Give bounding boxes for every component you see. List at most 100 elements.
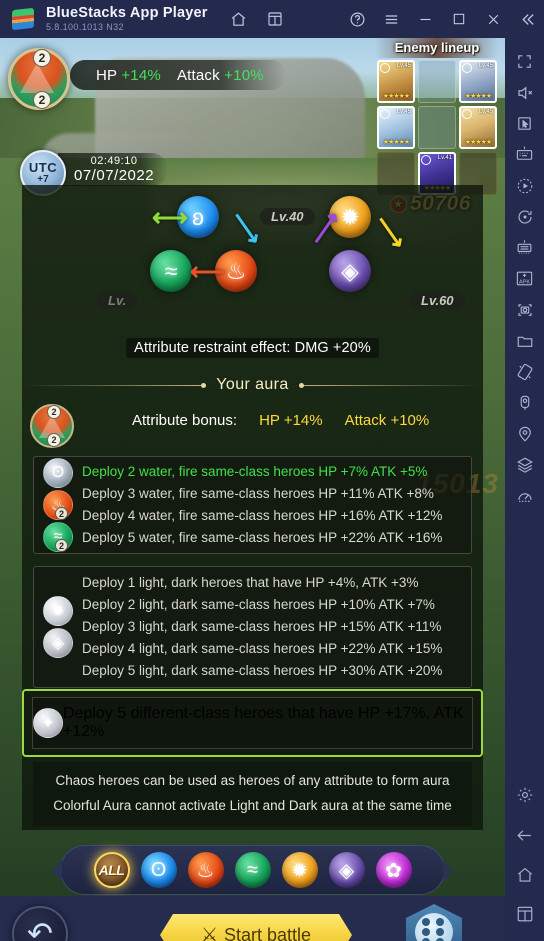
lineup-dots-icon	[415, 913, 453, 941]
aura-small-badge: 2 2	[30, 404, 74, 448]
help-icon[interactable]	[348, 10, 366, 28]
collapse-icon[interactable]	[518, 10, 536, 28]
menu-icon[interactable]	[382, 10, 400, 28]
enemy-card-level: Lv.45	[478, 63, 493, 69]
back-button[interactable]: ↶	[12, 906, 68, 941]
enemy-card[interactable]	[418, 106, 456, 149]
layers-icon[interactable]	[505, 449, 544, 480]
filter-light[interactable]: ✹	[281, 852, 318, 888]
enemy-card-level: Lv.45	[396, 109, 411, 115]
cursor-icon[interactable]	[505, 108, 544, 139]
aura-line: Deploy 2 water, fire same-class heroes H…	[82, 464, 428, 479]
screenshot-icon[interactable]	[505, 294, 544, 325]
arrow-fire-to-wood-icon: ⟵	[190, 258, 226, 286]
aura-bonus-values: Attribute bonus: HP +14% Attack +10%	[132, 412, 462, 429]
back-arrow-icon: ↶	[27, 916, 53, 941]
wheel-orb-wood[interactable]: ≈	[150, 250, 192, 292]
minimize-icon[interactable]	[416, 10, 434, 28]
aura-small-top-count: 2	[47, 405, 61, 419]
filter-dark[interactable]: ◈	[328, 852, 365, 888]
recents-icon[interactable]	[505, 898, 544, 929]
mute-icon[interactable]	[505, 77, 544, 108]
app-version: 5.8.100.1013 N32	[46, 21, 124, 32]
aura-box-1-lines: Deploy 2 water, fire same-class heroes H…	[82, 453, 471, 557]
multi-instance-icon[interactable]	[266, 10, 284, 28]
folder-icon[interactable]	[505, 325, 544, 356]
aura-note-1: Chaos heroes can be used as heroes of an…	[55, 773, 450, 788]
back-icon[interactable]	[505, 820, 544, 851]
macro-record-icon[interactable]	[505, 170, 544, 201]
clock-date: 07/07/2022	[74, 167, 155, 184]
home-icon[interactable]	[230, 10, 248, 28]
home-icon[interactable]	[505, 859, 544, 890]
aura-line: Deploy 3 water, fire same-class heroes H…	[82, 486, 434, 501]
enemy-card[interactable]: ★★★★★ Lv.45	[459, 106, 497, 149]
arrow-wood-to-water-icon: ⟷	[152, 204, 188, 232]
aura-box-2-lines: Deploy 1 light, dark heroes that have HP…	[82, 564, 471, 690]
aura-box-3-lines: Deploy 5 different-class heroes that hav…	[63, 705, 472, 741]
title-bar: BlueStacks App Player 5.8.100.1013 N32	[0, 0, 544, 38]
lineup-hex-icon	[406, 904, 462, 941]
enemy-card[interactable]	[418, 60, 456, 103]
aura-notes: Chaos heroes can be used as heroes of an…	[33, 762, 472, 826]
maximize-icon[interactable]	[450, 10, 468, 28]
enemy-card-element-icon	[462, 63, 472, 73]
wood-mini-icon: ≈2	[43, 522, 73, 552]
utc-offset: +7	[37, 174, 49, 185]
aura-bonus-attack: Attack +10%	[344, 412, 430, 429]
close-icon[interactable]	[484, 10, 502, 28]
aura-box-1-icons: ʘ ♨ 2 ≈2	[34, 458, 82, 552]
fullscreen-icon[interactable]	[505, 46, 544, 77]
rotate-icon[interactable]	[505, 356, 544, 387]
filter-wood[interactable]: ≈	[234, 852, 271, 888]
shake-icon[interactable]	[505, 387, 544, 418]
clock-time: 02:49:10	[90, 155, 138, 167]
filter-fire[interactable]: ♨	[187, 852, 224, 888]
game-viewport[interactable]: 2 2 HP +14% Attack +10% 02:49:10 07/07/2…	[0, 38, 505, 941]
enemy-card-level: Lv.41	[437, 155, 452, 161]
hud-attack-value: +10%	[224, 66, 264, 84]
your-aura-label: Your aura	[216, 376, 289, 393]
aura-box-3-icons: ✦	[33, 708, 63, 738]
enemy-card[interactable]: ★★★★★ Lv.45	[459, 60, 497, 103]
enemy-card-element-icon	[380, 109, 390, 119]
aura-line: Deploy 3 light, dark same-class heroes H…	[82, 619, 442, 634]
filter-all[interactable]: ALL	[93, 852, 130, 888]
wheel-orb-dark[interactable]: ◈	[329, 250, 371, 292]
enemy-lineup-panel: Enemy lineup ★★★★★ Lv.45 ★★★★★ Lv.45 ★★★★★ Lv…	[375, 38, 499, 195]
hud-hp-label: HP	[96, 66, 117, 84]
lineup-button[interactable]: Lineup 1	[403, 904, 465, 941]
aura-badge[interactable]: 2 2	[8, 48, 70, 110]
divider-left	[22, 382, 207, 388]
script-icon[interactable]	[505, 201, 544, 232]
bluestacks-window: BlueStacks App Player 5.8.100.1013 N32 2…	[0, 0, 544, 941]
speed-meter-icon[interactable]	[505, 480, 544, 511]
start-battle-button[interactable]: ⚔ Start battle	[160, 914, 352, 941]
crossed-swords-icon: ⚔	[200, 924, 218, 941]
install-apk-icon[interactable]: APK	[505, 263, 544, 294]
aura-box-water-fire: ʘ ♨ 2 ≈2 Deploy 2 water, fire same-class he…	[33, 456, 472, 554]
arrow-light-to-dark-icon: ⟶	[368, 209, 413, 255]
lv-tag-center: Lv.40	[260, 208, 315, 225]
enemy-card-stars: ★★★★★	[382, 93, 410, 100]
lv-tag-right: Lv.60	[410, 292, 465, 309]
enemy-card[interactable]: ★★★★★ Lv.45	[377, 106, 415, 149]
aura-note-2: Colorful Aura cannot activate Light and …	[53, 798, 452, 813]
enemy-card-element-icon	[421, 155, 431, 165]
element-filter-bar[interactable]: ALL ʘ ♨ ≈ ✹ ◈ ✿	[52, 845, 453, 895]
multi-instance-manager-icon[interactable]	[505, 232, 544, 263]
filter-chaos[interactable]: ✿	[375, 852, 412, 888]
aura-top-count: 2	[33, 49, 51, 67]
keyboard-icon[interactable]	[505, 139, 544, 170]
settings-icon[interactable]	[505, 779, 544, 810]
location-icon[interactable]	[505, 418, 544, 449]
aura-line: Deploy 5 light, dark same-class heroes H…	[82, 663, 443, 678]
aura-bonus-row: 2 2 Attribute bonus: HP +14% Attack +10%	[22, 404, 483, 448]
enemy-lineup-grid[interactable]: ★★★★★ Lv.45 ★★★★★ Lv.45 ★★★★★ Lv.45 ★★★★★ Lv.45…	[375, 60, 499, 195]
aura-line: Deploy 2 light, dark same-class heroes H…	[82, 597, 435, 612]
enemy-card[interactable]: ★★★★★ Lv.45	[377, 60, 415, 103]
enemy-card-element-icon	[462, 109, 472, 119]
dark-mini-icon: ◈	[43, 628, 73, 658]
filter-water[interactable]: ʘ	[140, 852, 177, 888]
clock-panel: 02:49:10 07/07/2022	[58, 153, 169, 186]
